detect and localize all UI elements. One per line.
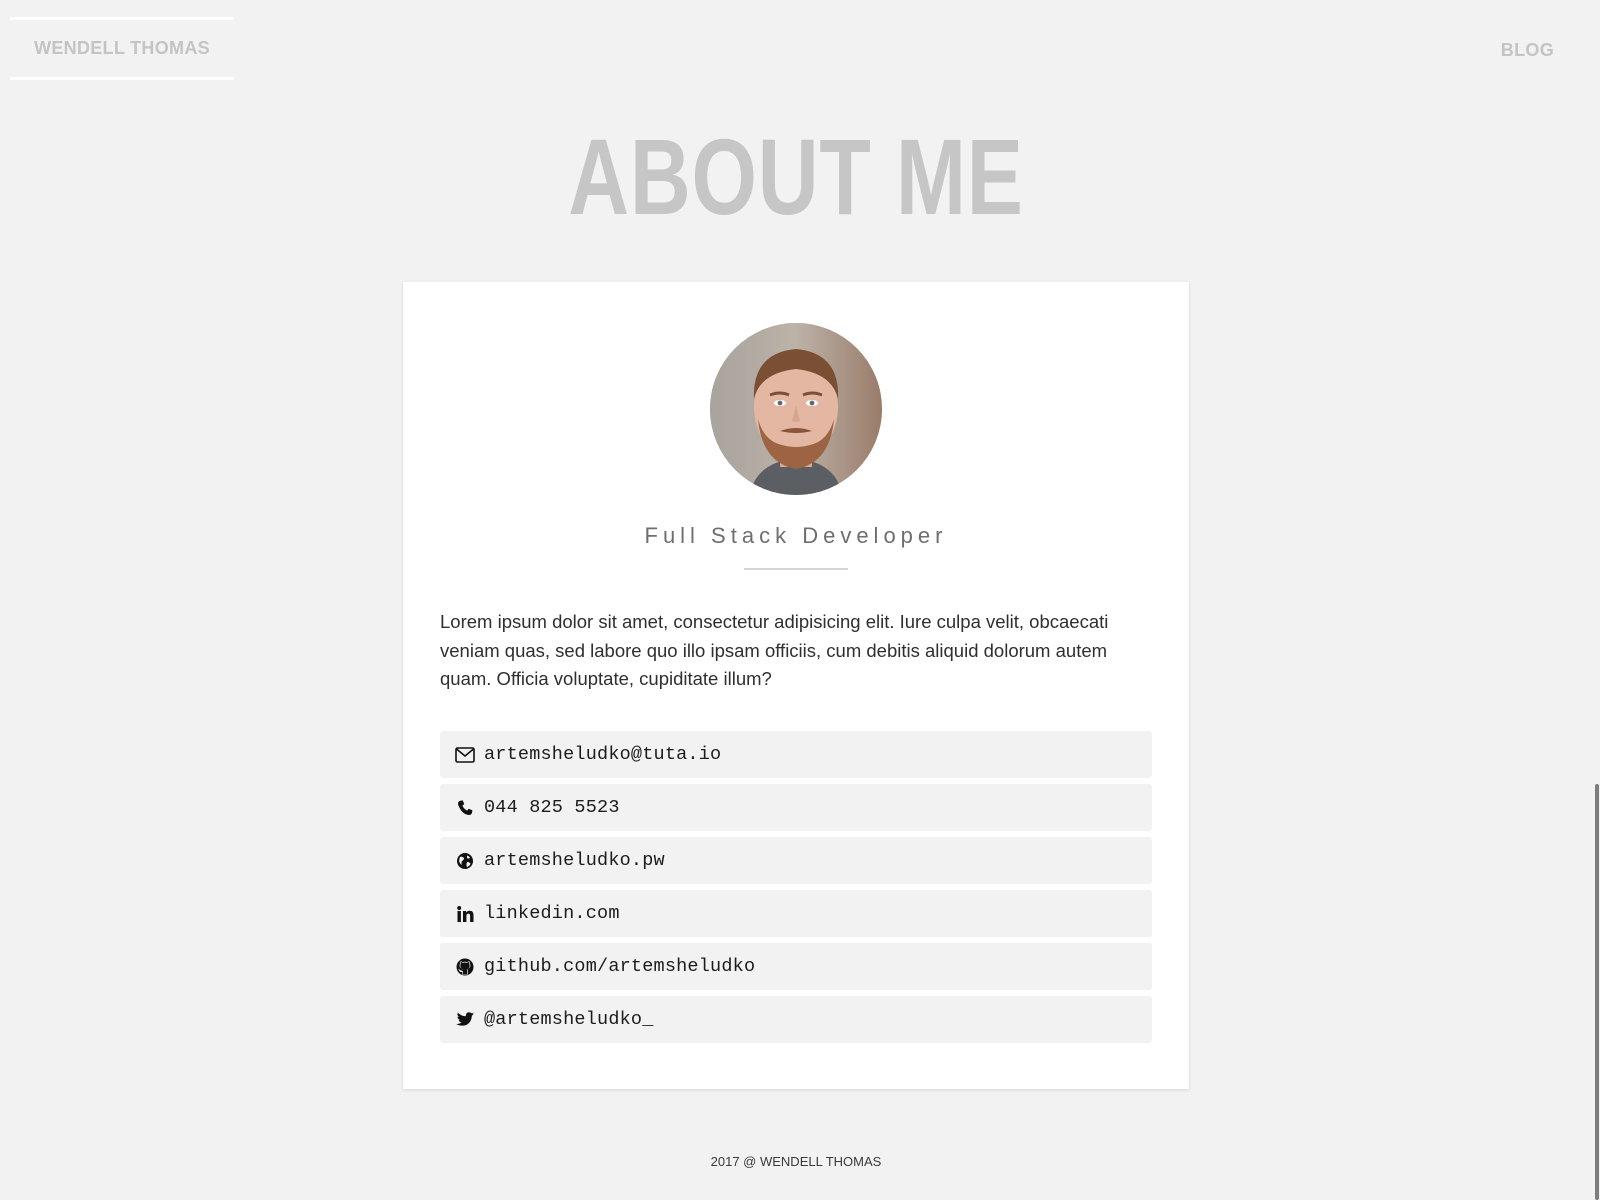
role-title: Full Stack Developer <box>644 523 948 548</box>
contact-twitter-text: @artemsheludko_ <box>484 1009 654 1030</box>
twitter-icon <box>454 1009 476 1031</box>
profile-card: Full Stack Developer Lorem ipsum dolor s… <box>403 282 1189 1089</box>
nav-blog-link[interactable]: BLOG <box>1501 40 1554 61</box>
contact-linkedin-text: linkedin.com <box>484 903 620 924</box>
contact-email-text: artemsheludko@tuta.io <box>484 744 722 765</box>
brand-link[interactable]: WENDELL THOMAS <box>10 17 234 80</box>
contact-github[interactable]: github.com/artemsheludko <box>440 943 1152 990</box>
footer-text: 2017 @ WENDELL THOMAS <box>710 1154 882 1169</box>
linkedin-icon <box>454 903 476 925</box>
contact-github-text: github.com/artemsheludko <box>484 956 756 977</box>
scrollbar-thumb[interactable] <box>1595 784 1599 1200</box>
bio-text: Lorem ipsum dolor sit amet, consectetur … <box>440 611 1109 689</box>
page-title: ABOUT ME <box>568 116 1024 237</box>
github-icon <box>454 956 476 978</box>
contact-phone[interactable]: 044 825 5523 <box>440 784 1152 831</box>
contact-email[interactable]: artemsheludko@tuta.io <box>440 731 1152 778</box>
phone-icon <box>454 797 476 819</box>
role-divider <box>744 568 848 570</box>
globe-icon <box>454 850 476 872</box>
contact-twitter[interactable]: @artemsheludko_ <box>440 996 1152 1043</box>
contact-website-text: artemsheludko.pw <box>484 850 665 871</box>
contact-website[interactable]: artemsheludko.pw <box>440 837 1152 884</box>
envelope-icon <box>454 744 476 766</box>
contact-linkedin[interactable]: linkedin.com <box>440 890 1152 937</box>
avatar <box>710 323 882 495</box>
scrollbar[interactable] <box>1592 0 1600 1200</box>
contact-phone-text: 044 825 5523 <box>484 797 620 818</box>
page: WENDELL THOMAS BLOG ABOUT ME Full Stack … <box>0 0 1600 1200</box>
contact-list: artemsheludko@tuta.io 044 825 5523 artem… <box>440 731 1152 1049</box>
